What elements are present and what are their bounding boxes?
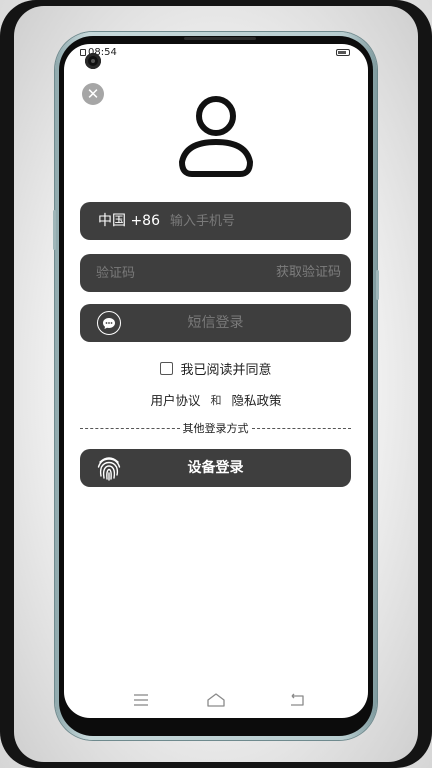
status-bar: 08:54 xyxy=(64,44,368,62)
sms-login-label: 短信登录 xyxy=(187,315,244,331)
close-button[interactable]: ✕ xyxy=(82,83,104,105)
get-code-button[interactable]: 获取验证码 xyxy=(276,254,341,292)
divider-line-right xyxy=(251,427,351,429)
verification-code-row: 获取验证码 xyxy=(80,254,351,292)
and-text: 和 xyxy=(210,393,222,407)
battery-icon xyxy=(336,49,350,56)
back-icon[interactable] xyxy=(288,692,306,708)
user-agreement-link[interactable]: 用户协议 xyxy=(150,390,200,409)
device-login-button[interactable]: 设备登录 xyxy=(80,449,351,487)
divider-line-left xyxy=(80,427,180,429)
user-avatar-icon xyxy=(179,96,253,177)
power-button xyxy=(376,270,379,300)
policy-links: 用户协议 和 隐私政策 xyxy=(64,390,368,409)
front-camera xyxy=(85,53,101,69)
close-icon: ✕ xyxy=(86,84,100,103)
navigation-bar xyxy=(64,688,368,712)
agreement-label: 我已阅读并同意 xyxy=(180,363,272,378)
device-login-label: 设备登录 xyxy=(187,460,244,476)
menu-icon[interactable] xyxy=(132,692,150,708)
sms-login-button[interactable]: 短信登录 xyxy=(80,304,351,342)
phone-screen: 08:54 ✕ 中国 +86 获取验证码 短信登录 我已阅读并同意 xyxy=(64,44,368,718)
other-methods-label: 其他登录方式 xyxy=(182,422,249,435)
phone-number-input[interactable] xyxy=(170,202,340,240)
sim-icon xyxy=(80,49,86,56)
phone-number-row: 中国 +86 xyxy=(80,202,351,240)
agreement-checkbox[interactable] xyxy=(160,362,174,375)
agreement-row: 我已阅读并同意 xyxy=(64,359,368,378)
volume-button xyxy=(53,210,56,250)
verification-code-input[interactable] xyxy=(96,254,246,292)
country-code-selector[interactable]: 中国 +86 xyxy=(98,202,160,240)
privacy-policy-link[interactable]: 隐私政策 xyxy=(232,390,282,409)
home-icon[interactable] xyxy=(206,692,226,708)
speaker-grille xyxy=(184,37,256,40)
other-methods-divider: 其他登录方式 xyxy=(80,421,351,435)
